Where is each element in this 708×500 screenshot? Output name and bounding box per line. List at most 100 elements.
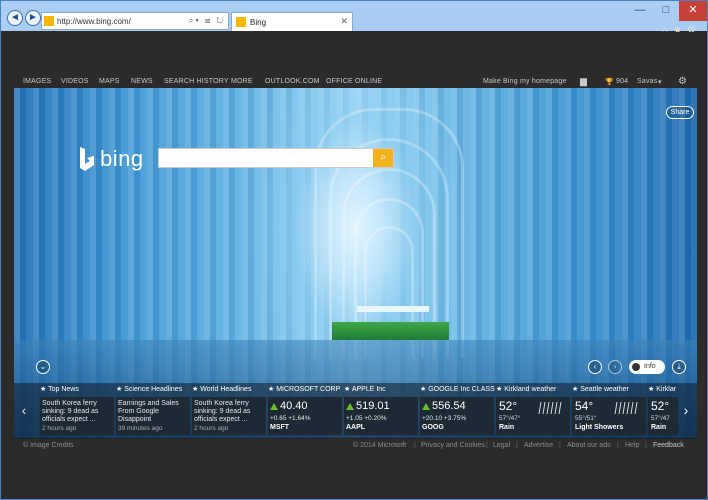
stock-change: +0.65 +1.64% [270,415,311,422]
user-name[interactable]: Savas [637,78,657,85]
card-time: 2 hours ago [42,425,77,432]
privacy-link[interactable]: Privacy and Cookies [421,442,485,449]
news-card[interactable]: ★ Science Headlines Earnings and Sales F… [116,383,192,438]
weather-condition: Rain [651,424,667,431]
footer-divider: | [486,442,488,449]
footer-divider: | [516,442,518,449]
card-body: South Korea ferry sinking: 9 dead as off… [40,397,114,435]
strip-prev-arrow-icon[interactable]: ‹ [19,401,29,419]
hero-bench [357,306,429,312]
make-homepage-link[interactable]: Make Bing my homepage [483,78,567,85]
download-button[interactable]: ⤓ [672,360,686,374]
card-header: ★ Top News [40,386,79,393]
feedback-link[interactable]: Feedback [653,442,684,449]
weather-hilo: 55°/51° [575,415,597,422]
stock-price: 556.54 [432,400,466,412]
next-image-button[interactable]: › [608,360,622,374]
notifications-icon[interactable]: ▆ [580,76,587,87]
weather-card[interactable]: ★ Kirklar 52° 57°/47 Rain [648,383,678,438]
weather-card[interactable]: ★ Kirkland weather 52° 57°/47° Rain [496,383,572,438]
settings-gear-icon[interactable]: ⚙ [678,76,687,87]
about-ads-link[interactable]: About our ads [567,442,611,449]
weather-condition: Light Showers [575,424,624,431]
card-header: ★ APPLE Inc [344,386,386,393]
close-button[interactable]: ✕ [679,1,707,21]
share-button[interactable]: Share [666,106,694,119]
search-box[interactable]: ⌕ [158,148,394,168]
legal-link[interactable]: Legal [493,442,510,449]
tab-bing[interactable]: Bing ✕ [231,12,353,31]
weather-card[interactable]: ★ Seattle weather 54° 55°/51° Light Show… [572,383,648,438]
card-headline: South Korea ferry sinking: 9 dead as off… [194,400,251,423]
bing-b-icon [80,147,94,171]
footer-divider: | [414,442,416,449]
card-body: Earnings and Sales From Google Disappoin… [116,397,190,435]
nav-outlook[interactable]: OUTLOOK.COM [265,78,320,85]
stock-change: +20.10 +3.75% [422,415,467,422]
card-header: ★ World Headlines [192,386,252,393]
user-chevron-icon[interactable]: ▾ [658,78,662,86]
card-headline: South Korea ferry sinking: 9 dead as off… [42,400,99,423]
stock-card[interactable]: ★ APPLE Inc 519.01 +1.05 +0.20% AAPL [344,383,420,438]
stock-change: +1.05 +0.20% [346,415,387,422]
tab-favicon-icon [236,17,246,27]
nav-maps[interactable]: MAPS [99,78,120,85]
bing-wordmark: bing [100,146,144,171]
address-bar[interactable]: http://www.bing.com/ ⌕▾ ⊠ ↻ [41,12,229,30]
bing-favicon-icon [44,16,54,26]
card-headline: Earnings and Sales From Google Disappoin… [118,400,179,423]
help-link[interactable]: Help [625,442,639,449]
minimize-button[interactable]: — [627,1,653,21]
stock-symbol: GOOG [422,424,444,431]
address-tools-icons[interactable]: ⌕▾ ⊠ ↻ [189,16,225,26]
nav-news[interactable]: NEWS [131,78,153,85]
strip-next-arrow-icon[interactable]: › [681,401,691,419]
weather-hilo: 57°/47 [651,415,670,422]
search-input[interactable] [162,151,367,166]
nav-more[interactable]: MORE [231,78,253,85]
stock-price: 519.01 [356,400,390,412]
previous-image-button[interactable]: ‹ [588,360,602,374]
maximize-button[interactable]: □ [653,1,679,21]
card-header: ★ Seattle weather [572,386,629,393]
stock-price: 40.40 [280,400,308,412]
card-body: 54° 55°/51° Light Showers [572,397,646,435]
scroll-down-button[interactable]: ⌄ [36,360,50,374]
card-body: South Korea ferry sinking: 9 dead as off… [192,397,266,435]
tab-close-icon[interactable]: ✕ [340,16,348,27]
stock-card[interactable]: ★ GOOGLE Inc CLASS C... 556.54 +20.10 +3… [420,383,496,438]
up-arrow-icon [422,403,430,410]
browser-window: ◄ ► http://www.bing.com/ ⌕▾ ⊠ ↻ Bing ✕ —… [0,0,708,500]
weather-temp: 52° [651,399,670,413]
image-credits-link[interactable]: © Image Credits [23,442,74,449]
up-arrow-icon [270,403,278,410]
search-button[interactable]: ⌕ [373,149,393,167]
back-button[interactable]: ◄ [7,10,23,26]
rewards-count: 904 [616,78,629,85]
nav-search-history[interactable]: SEARCH HISTORY [164,78,229,85]
card-body: 52° 57°/47° Rain [496,397,570,435]
rewards-icon[interactable]: 🏆 [605,78,614,86]
weather-temp: 52° [499,399,518,413]
footer: © Image Credits © 2014 Microsoft | Priva… [2,442,706,456]
nav-office-online[interactable]: OFFICE ONLINE [326,78,382,85]
card-time: 2 hours ago [194,425,229,432]
card-header: ★ Kirklar [648,386,677,393]
stock-card[interactable]: ★ MICROSOFT CORP 40.40 +0.65 +1.64% MSFT [268,383,344,438]
card-body: 52° 57°/47 Rain [648,397,678,435]
tab-title: Bing [250,18,267,27]
news-card[interactable]: ★ World Headlines South Korea ferry sink… [192,383,268,438]
weather-hilo: 57°/47° [499,415,521,422]
info-button[interactable]: Info [629,360,665,374]
rain-icon [614,401,638,415]
footer-divider: | [645,442,647,449]
forward-button[interactable]: ► [25,10,41,26]
footer-divider: | [617,442,619,449]
advertise-link[interactable]: Advertise [524,442,553,449]
bing-page: IMAGES VIDEOS MAPS NEWS SEARCH HISTORY M… [2,32,706,499]
nav-videos[interactable]: VIDEOS [61,78,89,85]
news-card[interactable]: ★ Top News South Korea ferry sinking: 9 … [40,383,116,438]
card-header: ★ MICROSOFT CORP [268,386,341,393]
nav-images[interactable]: IMAGES [23,78,51,85]
card-time: 39 minutes ago [118,425,163,432]
